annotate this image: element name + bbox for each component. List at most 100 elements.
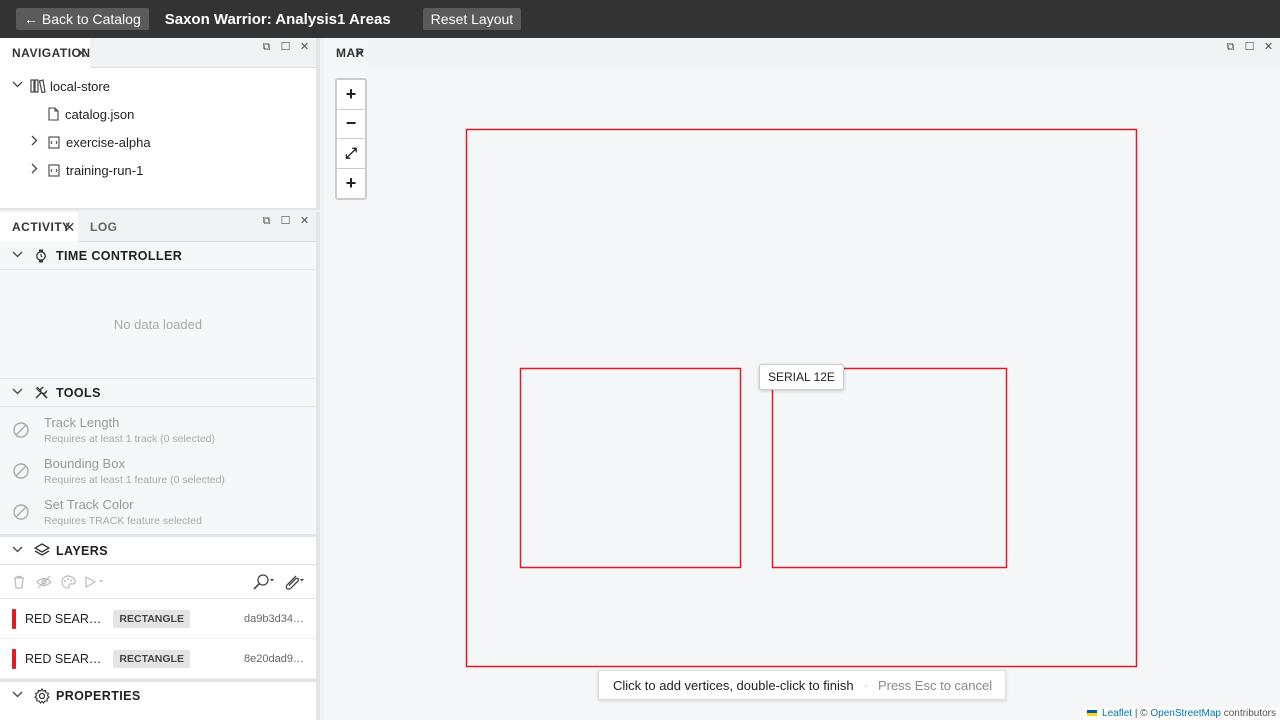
layer-type-badge: RECTANGLE	[113, 609, 190, 628]
map-canvas[interactable]: + − ⤢ + SERIAL 12E Click to add vertices…	[324, 38, 1280, 720]
watch-icon	[34, 249, 50, 263]
layer-id: 8e20dad9…	[244, 652, 304, 665]
draw-hint-bar: Click to add vertices, double-click to f…	[598, 670, 1006, 700]
play-dropdown-icon[interactable]	[84, 575, 106, 589]
tool-set-track-color[interactable]: Set Track Color Requires TRACK feature s…	[0, 491, 316, 532]
time-controller-body: No data loaded	[0, 270, 316, 379]
tool-subtitle: Requires at least 1 track (0 selected)	[44, 432, 215, 445]
search-area-rectangle[interactable]	[519, 367, 742, 569]
tool-subtitle: Requires TRACK feature selected	[44, 514, 202, 527]
disabled-icon	[13, 421, 29, 438]
activity-panel: ACTIVITY ✕ LOG ⧉ ☐ ✕ TIME CONTROLLER No …	[0, 212, 320, 720]
tools-title: TOOLS	[56, 385, 101, 400]
tool-subtitle: Requires at least 1 feature (0 selected)	[44, 473, 225, 486]
add-feature-button[interactable]: +	[337, 169, 365, 199]
chevron-right-icon[interactable]	[27, 135, 41, 149]
zoom-in-button[interactable]: +	[337, 80, 365, 110]
chevron-down-icon	[10, 249, 24, 263]
wrench-icon	[34, 385, 50, 400]
layer-name: RED SEAR…	[25, 651, 102, 666]
time-controller-title: TIME CONTROLLER	[56, 248, 183, 263]
feature-tooltip: SERIAL 12E	[759, 364, 844, 390]
openstreetmap-link[interactable]: OpenStreetMap	[1150, 708, 1221, 719]
properties-header[interactable]: PROPERTIES	[0, 682, 316, 710]
tree-item-catalog-json[interactable]: catalog.json	[0, 100, 316, 128]
disabled-icon	[13, 503, 29, 520]
hint-separator: ·	[863, 677, 868, 693]
chevron-down-icon[interactable]	[10, 79, 24, 93]
maximize-icon[interactable]: ☐	[280, 42, 291, 53]
zoom-out-button[interactable]: −	[337, 110, 365, 139]
layer-name: RED SEAR…	[25, 611, 102, 626]
map-zoom-controls: + − ⤢ +	[335, 78, 367, 200]
file-icon	[48, 107, 60, 121]
navigation-panel: NAVIGATION ✕ ⧉ ☐ ✕ local-store catalog.j…	[0, 38, 320, 210]
attribution-suffix: contributors	[1220, 708, 1276, 719]
layer-row[interactable]: RED SEAR… RECTANGLE 8e20dad9…	[0, 639, 316, 679]
collection-icon	[48, 163, 62, 177]
tool-title: Track Length	[44, 414, 120, 430]
gear-icon	[34, 688, 50, 704]
tab-activity-label: ACTIVITY	[12, 220, 71, 234]
tab-log[interactable]: LOG	[78, 212, 130, 242]
leaflet-link[interactable]: Leaflet	[1102, 708, 1132, 719]
activity-tabstrip: ACTIVITY ✕ LOG ⧉ ☐ ✕	[0, 212, 316, 242]
tools-header[interactable]: TOOLS	[0, 379, 316, 407]
draw-hint-text: Click to add vertices, double-click to f…	[613, 677, 854, 693]
tree-item-local-store[interactable]: local-store	[0, 72, 316, 100]
palette-icon[interactable]	[60, 574, 76, 589]
layers-list: RED SEAR… RECTANGLE da9b3d34… RED SEAR… …	[0, 599, 316, 682]
reset-layout-button[interactable]: Reset Layout	[422, 8, 522, 30]
tool-track-length[interactable]: Track Length Requires at least 1 track (…	[0, 409, 316, 450]
close-icon[interactable]: ✕	[64, 212, 76, 242]
layer-id: da9b3d34…	[244, 612, 304, 625]
layers-header[interactable]: LAYERS	[0, 537, 316, 565]
close-icon[interactable]: ✕	[299, 42, 310, 53]
tab-navigation[interactable]: NAVIGATION ✕	[0, 38, 90, 68]
chevron-down-icon	[10, 386, 24, 400]
tree-item-label: local-store	[50, 78, 110, 94]
back-to-catalog-button[interactable]: ← Back to Catalog	[16, 8, 149, 30]
layer-color-swatch	[12, 648, 16, 669]
attach-dropdown-icon[interactable]	[282, 573, 306, 591]
tree-item-label: catalog.json	[65, 106, 135, 122]
tree-item-training-run-1[interactable]: training-run-1	[0, 156, 316, 184]
properties-title: PROPERTIES	[56, 689, 141, 703]
tab-activity[interactable]: ACTIVITY ✕	[0, 212, 78, 242]
close-icon[interactable]: ✕	[76, 38, 88, 68]
tree-item-label: exercise-alpha	[66, 134, 151, 150]
time-controller-header[interactable]: TIME CONTROLLER	[0, 242, 316, 270]
chevron-down-icon	[10, 544, 24, 558]
window-controls: ⧉ ☐ ✕	[261, 216, 310, 227]
search-area-rectangle[interactable]	[771, 367, 1008, 569]
library-icon	[30, 79, 46, 93]
tree-item-exercise-alpha[interactable]: exercise-alpha	[0, 128, 316, 156]
flag-icon	[1087, 710, 1098, 716]
close-icon[interactable]: ✕	[299, 216, 310, 227]
search-area-rectangle[interactable]	[465, 128, 1138, 668]
collection-icon	[48, 135, 62, 149]
page-title: Saxon Warrior: Analysis1 Areas	[164, 10, 391, 28]
layers-title: LAYERS	[56, 543, 108, 558]
tree-item-label: training-run-1	[66, 162, 144, 178]
layer-row[interactable]: RED SEAR… RECTANGLE da9b3d34…	[0, 599, 316, 639]
popout-icon[interactable]: ⧉	[261, 42, 272, 53]
chevron-right-icon[interactable]	[27, 163, 41, 177]
layers-toolbar	[0, 565, 316, 599]
map-panel: MAP ✕ ⧉ ☐ ✕ + − ⤢ + SERIAL 12E Click to …	[324, 38, 1280, 720]
cancel-hint-text: Press Esc to cancel	[877, 677, 993, 693]
tool-bounding-box[interactable]: Bounding Box Requires at least 1 feature…	[0, 450, 316, 491]
tools-list: Track Length Requires at least 1 track (…	[0, 407, 316, 537]
window-controls: ⧉ ☐ ✕	[261, 42, 310, 53]
tool-title: Bounding Box	[44, 455, 125, 471]
maximize-icon[interactable]: ☐	[280, 216, 291, 227]
eye-off-icon[interactable]	[36, 575, 52, 589]
trash-icon[interactable]	[12, 575, 26, 589]
top-bar: ← Back to Catalog Saxon Warrior: Analysi…	[0, 0, 1280, 38]
search-dropdown-icon[interactable]	[252, 573, 276, 591]
map-attribution: Leaflet | © OpenStreetMap contributors	[1083, 707, 1280, 720]
popout-icon[interactable]: ⧉	[261, 216, 272, 227]
layer-color-swatch	[12, 608, 16, 629]
fit-bounds-button[interactable]: ⤢	[337, 139, 365, 169]
tab-log-label: LOG	[90, 220, 118, 234]
